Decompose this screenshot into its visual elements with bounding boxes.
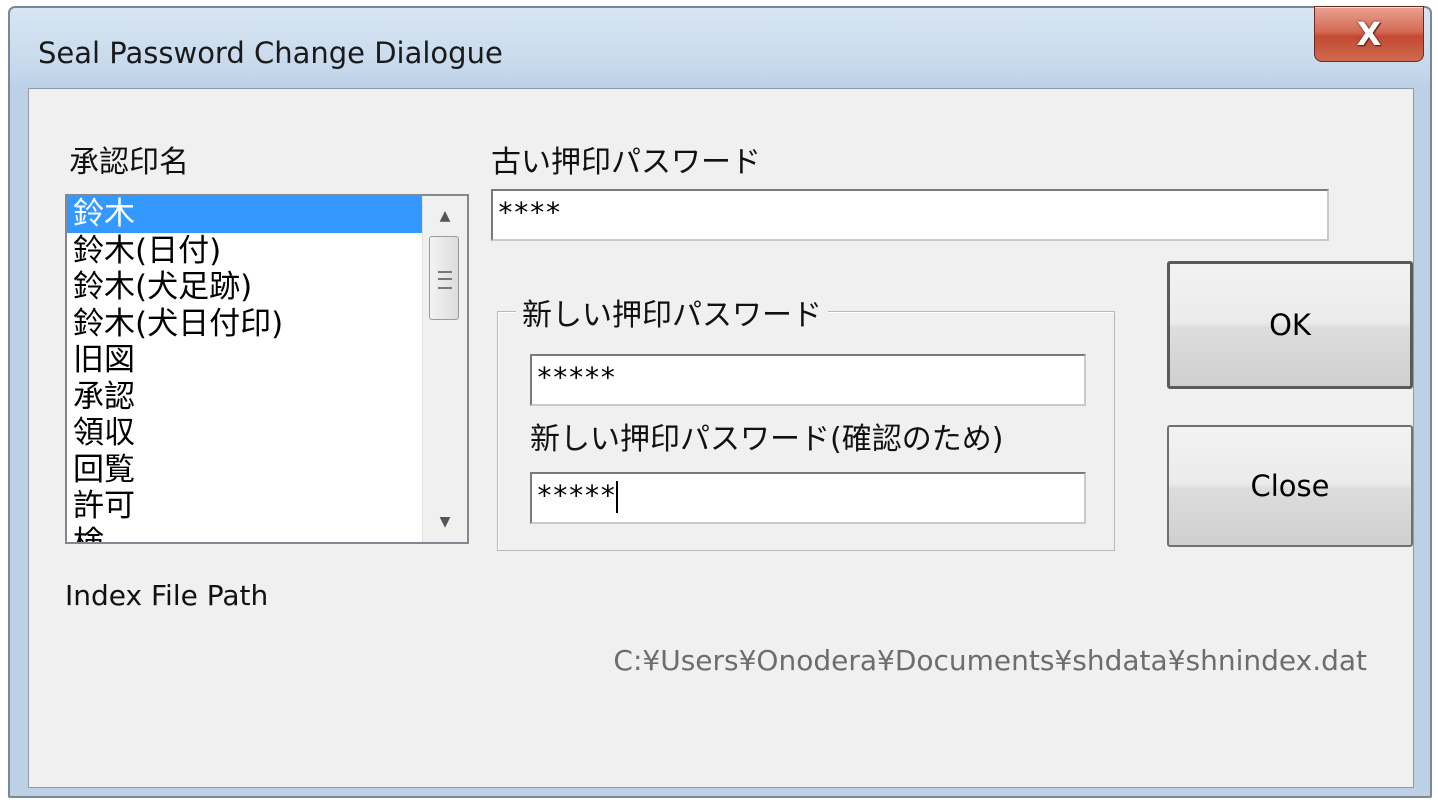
confirm-password-value: ***** [536, 479, 616, 512]
list-item[interactable]: 領収 [67, 415, 423, 452]
scroll-up-arrow-icon[interactable]: ▲ [423, 196, 467, 236]
window-title: Seal Password Change Dialogue [38, 36, 503, 70]
listbox-scrollbar[interactable]: ▲ ▼ [422, 196, 467, 542]
seal-name-listbox[interactable]: 鈴木鈴木(日付)鈴木(犬足跡)鈴木(犬日付印)旧図承認領収回覧許可検 ▲ ▼ [65, 194, 469, 544]
scroll-down-arrow-icon[interactable]: ▼ [423, 502, 467, 542]
list-item[interactable]: 鈴木 [67, 196, 423, 233]
seal-name-label: 承認印名 [69, 145, 189, 180]
scroll-thumb[interactable] [429, 236, 459, 320]
new-password-field[interactable]: ***** [530, 354, 1086, 406]
list-item[interactable]: 鈴木(犬日付印) [67, 306, 423, 343]
old-password-label: 古い押印パスワード [491, 145, 761, 180]
text-caret [616, 481, 619, 513]
new-password-group-label: 新しい押印パスワード [516, 290, 828, 334]
confirm-password-field[interactable]: ***** [530, 472, 1086, 524]
close-icon: X [1356, 15, 1382, 53]
list-item[interactable]: 鈴木(日付) [67, 233, 423, 270]
index-file-path-label: Index File Path [65, 579, 269, 612]
list-item[interactable]: 検 [67, 525, 423, 542]
list-item[interactable]: 鈴木(犬足跡) [67, 269, 423, 306]
new-password-group: 新しい押印パスワード ***** 新しい押印パスワード(確認のため) ***** [497, 290, 1115, 551]
dialog-window: Seal Password Change Dialogue X 承認印名 鈴木鈴… [8, 6, 1432, 798]
old-password-field[interactable]: **** [491, 189, 1329, 241]
list-item[interactable]: 許可 [67, 488, 423, 525]
seal-name-list: 鈴木鈴木(日付)鈴木(犬足跡)鈴木(犬日付印)旧図承認領収回覧許可検 [67, 196, 423, 542]
grip-icon [438, 271, 452, 289]
list-item[interactable]: 回覧 [67, 452, 423, 489]
title-bar[interactable]: Seal Password Change Dialogue X [10, 6, 1430, 90]
close-button[interactable]: Close [1167, 425, 1413, 547]
list-item[interactable]: 旧図 [67, 342, 423, 379]
window-close-button[interactable]: X [1314, 6, 1424, 62]
index-file-path-value: C:¥Users¥Onodera¥Documents¥shdata¥shnind… [613, 644, 1367, 677]
list-item[interactable]: 承認 [67, 379, 423, 416]
confirm-password-label: 新しい押印パスワード(確認のため) [530, 422, 1004, 457]
ok-button[interactable]: OK [1167, 261, 1413, 389]
dialog-body: 承認印名 鈴木鈴木(日付)鈴木(犬足跡)鈴木(犬日付印)旧図承認領収回覧許可検 … [28, 88, 1414, 788]
